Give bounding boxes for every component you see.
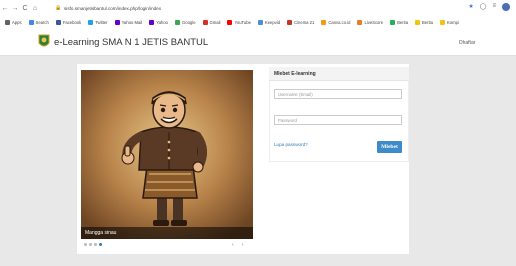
bookmark-item[interactable]: YouTube bbox=[227, 20, 251, 25]
bookmark-icon bbox=[227, 20, 233, 25]
reload-button[interactable]: C bbox=[20, 5, 30, 12]
bookmark-label: Berita bbox=[397, 20, 409, 25]
bookmark-label: Canva.co.id bbox=[328, 20, 351, 25]
bookmark-item[interactable]: Berita bbox=[415, 20, 433, 25]
bookmarks-bar: Apps Search Facebook Twitter Yahoo Mail Yahoo… bbox=[0, 16, 516, 29]
site-title: e-Learning SMA N 1 JETIS BANTUL bbox=[54, 37, 209, 48]
login-heading: Mlebet E-learning bbox=[269, 67, 409, 81]
username-input[interactable]: Username (Email) bbox=[274, 89, 402, 99]
bookmark-label: LiveScore bbox=[364, 20, 384, 25]
star-icon[interactable]: ★ bbox=[468, 3, 473, 11]
bookmark-item[interactable]: Canva.co.id bbox=[321, 20, 350, 25]
bookmark-icon bbox=[149, 20, 155, 25]
bookmark-icon bbox=[390, 20, 396, 25]
bookmark-icon bbox=[28, 20, 34, 25]
bookmark-item[interactable]: Search bbox=[28, 20, 49, 25]
slider-dot[interactable] bbox=[84, 243, 87, 246]
bookmark-icon bbox=[357, 20, 363, 25]
slider-caption: Mangga sinau bbox=[81, 227, 253, 239]
extension-icon[interactable]: ◯ bbox=[480, 3, 487, 11]
bookmark-label: Kompi bbox=[447, 20, 459, 25]
login-button[interactable]: Mlebet bbox=[377, 141, 402, 153]
bookmark-item[interactable]: Cinema 21 bbox=[287, 20, 314, 25]
home-button[interactable]: ⌂ bbox=[30, 5, 40, 12]
bookmark-icon bbox=[55, 20, 61, 25]
bookmark-label: Gmail bbox=[209, 20, 221, 25]
browser-actions: ★ ◯ ≡ bbox=[468, 3, 510, 11]
bookmark-icon bbox=[175, 20, 181, 25]
slider-dot[interactable] bbox=[94, 243, 97, 246]
bookmark-item[interactable]: Berita bbox=[390, 20, 408, 25]
bookmark-item[interactable]: Yahoo bbox=[149, 20, 168, 25]
bookmark-icon bbox=[415, 20, 421, 25]
bookmark-label: Yahoo Mail bbox=[121, 20, 143, 25]
bookmark-label: YouTube bbox=[234, 20, 251, 25]
bookmark-item[interactable]: Keepvid bbox=[257, 20, 281, 25]
forward-button[interactable]: → bbox=[10, 5, 20, 12]
bookmark-label: Twitter bbox=[95, 20, 108, 25]
menu-icon[interactable]: ≡ bbox=[492, 3, 496, 11]
bookmark-item[interactable]: Google bbox=[175, 20, 196, 25]
slider-dot-active[interactable] bbox=[99, 243, 102, 246]
bookmark-label: Apps bbox=[12, 20, 22, 25]
slider-arrows: ‹ › bbox=[232, 242, 243, 248]
bookmark-item[interactable]: Gmail bbox=[202, 20, 221, 25]
bookmark-icon bbox=[257, 20, 263, 25]
bookmark-label: Facebook bbox=[62, 20, 82, 25]
bookmark-label: Yahoo bbox=[156, 20, 169, 25]
bookmark-item[interactable]: Facebook bbox=[55, 20, 82, 25]
address-bar[interactable]: 🔒 sisfo.smanjetisbantul.com/index.php/lo… bbox=[55, 3, 455, 13]
bookmark-icon bbox=[5, 20, 10, 25]
bookmark-item[interactable]: Kompi bbox=[440, 20, 459, 25]
password-input[interactable]: Password bbox=[274, 115, 402, 125]
bookmark-label: Search bbox=[35, 20, 49, 25]
register-link[interactable]: Dhaftar bbox=[459, 40, 475, 46]
back-button[interactable]: ← bbox=[0, 5, 10, 12]
bookmark-icon bbox=[287, 20, 293, 25]
slider-indicators bbox=[84, 243, 102, 246]
url-text: sisfo.smanjetisbantul.com/index.php/logi… bbox=[64, 5, 162, 11]
bookmark-icon bbox=[202, 20, 208, 25]
bookmark-icon bbox=[88, 20, 94, 25]
slider-prev-button[interactable]: ‹ bbox=[232, 242, 234, 248]
bookmark-label: Cinema 21 bbox=[294, 20, 315, 25]
avatar[interactable] bbox=[502, 3, 510, 11]
bookmark-item[interactable]: Apps bbox=[5, 20, 22, 25]
forgot-password-link[interactable]: Lupa password? bbox=[274, 142, 308, 147]
bookmark-item[interactable]: Twitter bbox=[88, 20, 108, 25]
bookmark-item[interactable]: LiveScore bbox=[357, 20, 383, 25]
bookmark-icon bbox=[114, 20, 120, 25]
bookmark-label: Berita bbox=[422, 20, 433, 25]
bookmark-item[interactable]: Yahoo Mail bbox=[114, 20, 143, 25]
lock-icon: 🔒 bbox=[55, 5, 62, 11]
bookmark-icon bbox=[321, 20, 327, 25]
bookmark-icon bbox=[440, 20, 445, 25]
slider-dot[interactable] bbox=[89, 243, 92, 246]
bookmark-label: Keepvid bbox=[264, 20, 281, 25]
slider-image bbox=[81, 70, 253, 239]
slider-next-button[interactable]: › bbox=[242, 242, 244, 248]
school-logo-icon bbox=[38, 34, 50, 47]
bookmark-label: Google bbox=[182, 20, 196, 25]
